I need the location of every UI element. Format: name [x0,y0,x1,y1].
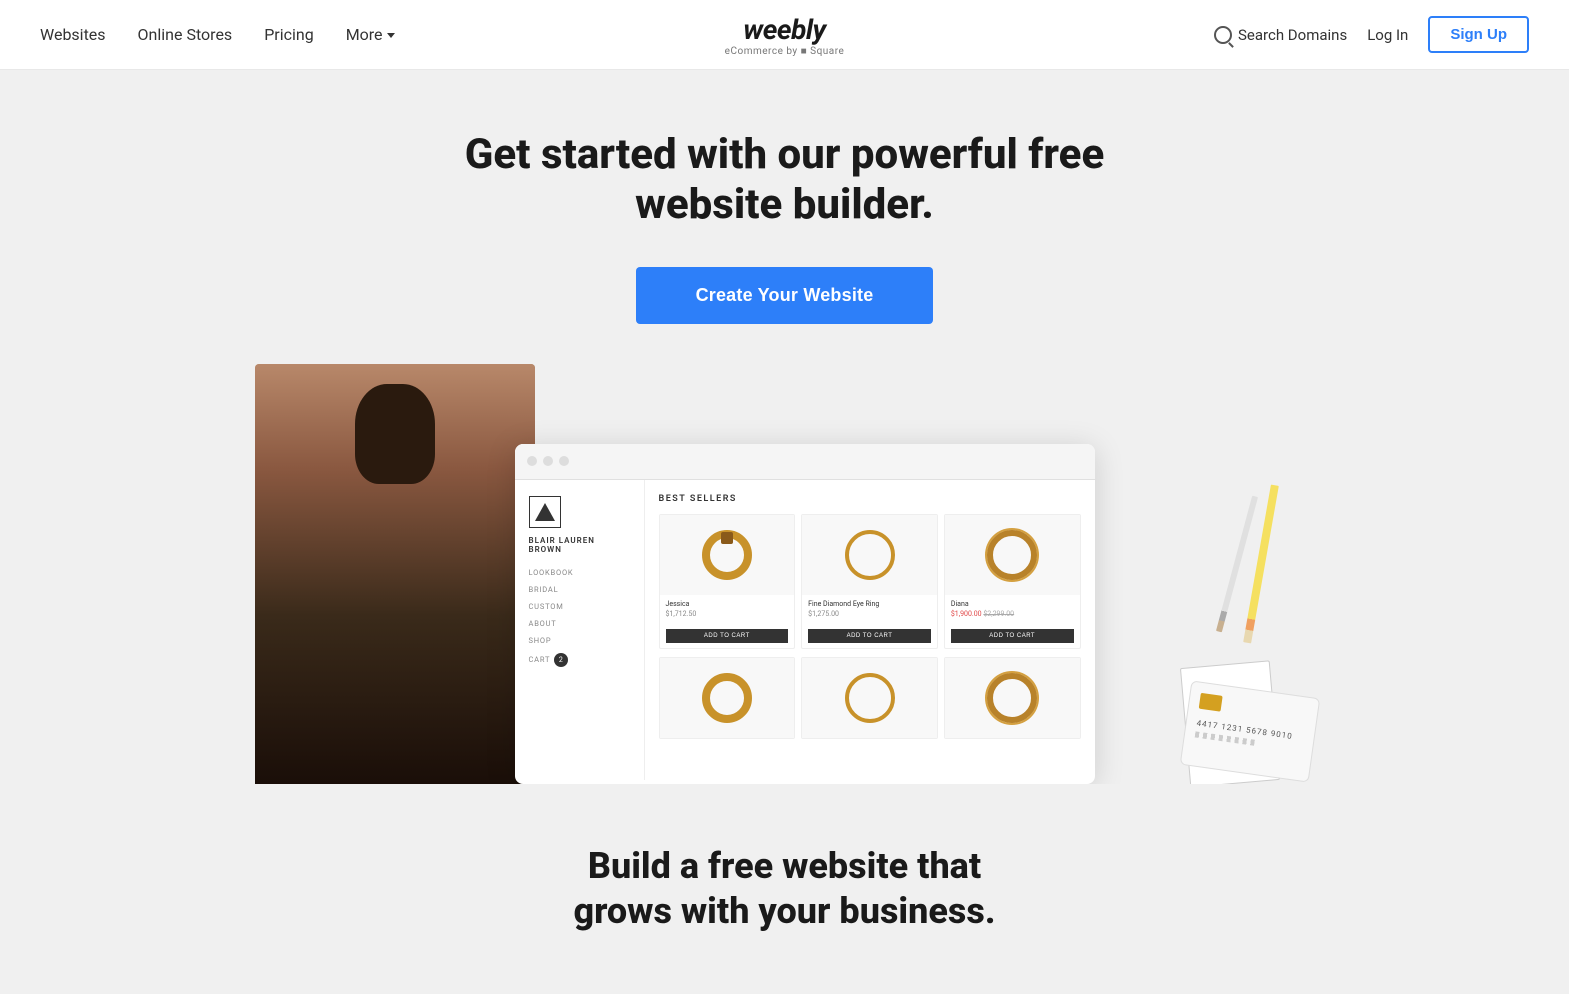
sale-price-3: $1,900.00 [951,610,982,618]
original-price-3: $2,299.00 [983,610,1014,618]
brand-sub: eCommerce by ■ Square [725,46,845,57]
product-card-6 [944,657,1081,739]
store-logo [529,496,561,528]
product-price-1: $1,712.50 [666,610,789,618]
product-name-3: Diana [951,600,1074,608]
bestsellers-label: BEST SELLERS [659,494,1081,504]
product-card-2: Fine Diamond Eye Ring $1,275.00 ADD TO C… [801,514,938,649]
person-photo [255,364,535,784]
ring-studded-icon [987,530,1037,580]
create-website-button[interactable]: Create Your Website [636,267,934,324]
sidebar-nav-about: ABOUT [529,619,630,628]
product-img-4 [660,658,795,738]
product-name-1: Jessica [666,600,789,608]
product-grid: BEST SELLERS Jessica $1,712.50 ADD TO CA… [645,480,1095,780]
nav-pricing[interactable]: Pricing [264,25,314,44]
signup-button[interactable]: Sign Up [1428,16,1529,53]
ring-gem-icon [702,530,752,580]
brand-logo[interactable]: weebly eCommerce by ■ Square [725,13,845,57]
product-info-1: Jessica $1,712.50 ADD TO CART [660,595,795,648]
product-row-1: Jessica $1,712.50 ADD TO CART Fine D [659,514,1081,649]
product-price-3: $1,900.00 $2,299.00 [951,610,1074,618]
sidebar-nav-cart: CART 2 [529,653,630,667]
product-price-2: $1,275.00 [808,610,931,618]
browser-dot-1 [527,456,537,466]
sidebar-nav-bridal: BRIDAL [529,585,630,594]
navbar: Websites Online Stores Pricing More weeb… [0,0,1569,70]
person-silhouette [255,364,535,784]
deco-illustration: 4417 1231 5678 9010 [1115,464,1315,784]
product-card-1: Jessica $1,712.50 ADD TO CART [659,514,796,649]
nav-left: Websites Online Stores Pricing More [40,25,395,44]
product-card-3: Diana $1,900.00 $2,299.00 ADD TO CART [944,514,1081,649]
cart-badge: 2 [554,653,568,667]
bottom-headline: Build a free website that grows with you… [40,844,1529,934]
browser-bar [515,444,1095,480]
product-img-1 [660,515,795,595]
search-domains-button[interactable]: Search Domains [1214,26,1347,44]
browser-mockup: BLAIR LAUREN BROWN LOOKBOOK BRIDAL CUSTO… [515,444,1095,784]
sidebar-nav-custom: CUSTOM [529,602,630,611]
nav-right: Search Domains Log In Sign Up [1214,16,1529,53]
add-to-cart-2[interactable]: ADD TO CART [808,629,931,643]
ring-6-icon [987,673,1037,723]
browser-dot-2 [543,456,553,466]
browser-dot-3 [559,456,569,466]
nav-online-stores[interactable]: Online Stores [138,25,233,44]
product-name-2: Fine Diamond Eye Ring [808,600,931,608]
store-name: BLAIR LAUREN BROWN [529,536,630,554]
triangle-icon [535,503,555,521]
chevron-down-icon [387,33,395,38]
add-to-cart-1[interactable]: ADD TO CART [666,629,789,643]
product-card-4 [659,657,796,739]
ring-thin-icon [845,530,895,580]
hero-visual: BLAIR LAUREN BROWN LOOKBOOK BRIDAL CUSTO… [185,364,1385,784]
product-img-6 [945,658,1080,738]
browser-content: BLAIR LAUREN BROWN LOOKBOOK BRIDAL CUSTO… [515,480,1095,780]
product-img-2 [802,515,937,595]
nav-more[interactable]: More [346,25,395,44]
product-img-3 [945,515,1080,595]
product-info-2: Fine Diamond Eye Ring $1,275.00 ADD TO C… [802,595,937,648]
add-to-cart-3[interactable]: ADD TO CART [951,629,1074,643]
card-chip-icon [1198,693,1222,712]
product-img-5 [802,658,937,738]
product-info-3: Diana $1,900.00 $2,299.00 ADD TO CART [945,595,1080,648]
credit-card-icon: 4417 1231 5678 9010 [1179,680,1320,782]
hero-headline: Get started with our powerful free websi… [465,130,1104,231]
product-card-5 [801,657,938,739]
search-domains-label: Search Domains [1238,26,1347,44]
brand-name: weebly [743,13,825,46]
search-icon [1214,26,1232,44]
store-sidebar: BLAIR LAUREN BROWN LOOKBOOK BRIDAL CUSTO… [515,480,645,780]
sidebar-nav-lookbook: LOOKBOOK [529,568,630,577]
ring-4-icon [702,673,752,723]
sidebar-nav-shop: SHOP [529,636,630,645]
nav-websites[interactable]: Websites [40,25,106,44]
ring-5-icon [845,673,895,723]
product-row-2 [659,657,1081,739]
hero-section: Get started with our powerful free websi… [0,70,1569,784]
bottom-section: Build a free website that grows with you… [0,784,1569,994]
login-button[interactable]: Log In [1367,26,1408,44]
